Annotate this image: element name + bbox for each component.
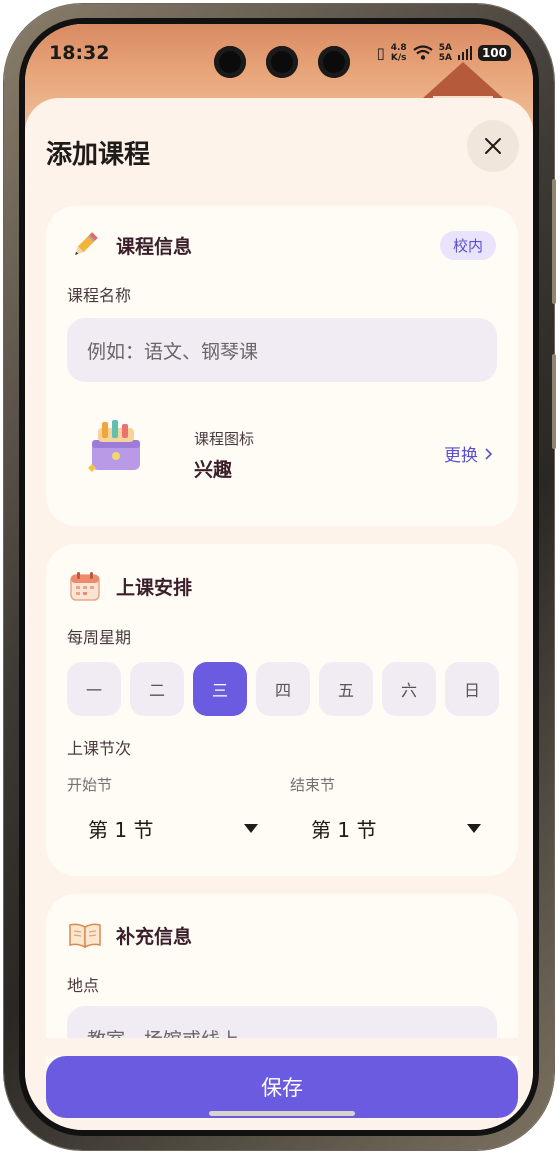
phone-frame: 18:32 ▯ 4.8 K/s 5A 5A 100 添加课程 课程信息 校内 课… xyxy=(4,4,556,1150)
sheet-bottom-mask xyxy=(25,1038,533,1056)
course-icon-label: 课程图标 xyxy=(194,430,255,448)
change-icon-label: 更换 xyxy=(444,446,478,466)
card-title: 补充信息 xyxy=(116,925,193,948)
save-button[interactable]: 保存 xyxy=(46,1056,518,1118)
status-time: 18:32 xyxy=(49,42,110,64)
signal-sim1: 5A xyxy=(438,43,452,53)
camera-cutouts xyxy=(214,46,350,78)
course-name-label: 课程名称 xyxy=(67,286,132,305)
caret-down-icon xyxy=(244,823,258,833)
phone-inner: 18:32 ▯ 4.8 K/s 5A 5A 100 添加课程 课程信息 校内 课… xyxy=(19,18,539,1136)
card-title: 课程信息 xyxy=(116,235,193,258)
screen: 18:32 ▯ 4.8 K/s 5A 5A 100 添加课程 课程信息 校内 课… xyxy=(25,24,533,1130)
camera-lens xyxy=(266,46,298,78)
weekday-button-sun[interactable]: 日 xyxy=(445,662,499,716)
status-icons: ▯ 4.8 K/s 5A 5A 100 xyxy=(376,43,511,63)
weekday-label: 每周星期 xyxy=(67,628,132,647)
course-info-card: 课程信息 校内 课程名称 例如：语文、钢琴课 课程图标 兴趣 更换 xyxy=(46,206,518,526)
start-period-label: 开始节 xyxy=(67,776,113,794)
location-label: 地点 xyxy=(67,976,100,995)
weekday-selector: 一 二 三 四 五 六 日 xyxy=(67,662,499,716)
wifi-icon xyxy=(413,45,433,60)
weekday-button-mon[interactable]: 一 xyxy=(67,662,121,716)
signal-indicator: 5A 5A xyxy=(439,43,452,63)
period-label: 上课节次 xyxy=(67,739,132,758)
weekday-button-tue[interactable]: 二 xyxy=(130,662,184,716)
course-name-placeholder: 例如：语文、钢琴课 xyxy=(87,340,259,363)
net-speed-unit: K/s xyxy=(390,53,407,63)
weekday-button-thu[interactable]: 四 xyxy=(256,662,310,716)
net-speed-value: 4.8 xyxy=(390,43,407,53)
card-header: 上课安排 xyxy=(68,569,192,603)
weekday-button-wed[interactable]: 三 xyxy=(193,662,247,716)
calendar-icon xyxy=(68,569,102,603)
card-title: 上课安排 xyxy=(116,576,193,599)
course-icon-value: 兴趣 xyxy=(194,459,233,481)
signal-bars-icon xyxy=(457,46,472,60)
home-indicator[interactable] xyxy=(209,1111,355,1116)
weekday-button-fri[interactable]: 五 xyxy=(319,662,373,716)
pencil-icon xyxy=(68,228,102,262)
status-bar: 18:32 ▯ 4.8 K/s 5A 5A 100 xyxy=(25,24,533,86)
card-header: 补充信息 xyxy=(68,918,192,952)
vibrate-icon: ▯ xyxy=(376,44,385,62)
open-book-icon xyxy=(68,918,102,952)
signal-sim2: 5A xyxy=(438,53,452,63)
chevron-right-icon xyxy=(485,447,492,460)
end-period-select[interactable]: 第 1 节 xyxy=(311,808,481,848)
card-header: 课程信息 xyxy=(68,228,192,262)
change-icon-button[interactable]: 更换 xyxy=(444,441,492,466)
end-period-value: 第 1 节 xyxy=(311,817,377,842)
sheet-title: 添加课程 xyxy=(46,140,151,170)
close-button[interactable] xyxy=(467,120,519,172)
add-course-sheet: 添加课程 课程信息 校内 课程名称 例如：语文、钢琴课 课程图标 兴趣 更换 上… xyxy=(25,98,533,1130)
start-period-select[interactable]: 第 1 节 xyxy=(88,808,258,848)
close-icon xyxy=(485,138,501,154)
schedule-card: 上课安排 每周星期 一 二 三 四 五 六 日 上课节次 开始节 第 1 节 结… xyxy=(46,544,518,876)
course-icon-row: 课程图标 兴趣 更换 xyxy=(84,412,492,488)
network-speed: 4.8 K/s xyxy=(391,43,407,63)
side-button xyxy=(552,179,556,304)
end-period-label: 结束节 xyxy=(290,776,336,794)
start-period-value: 第 1 节 xyxy=(88,817,154,842)
toolbox-icon xyxy=(88,420,140,472)
caret-down-icon xyxy=(467,823,481,833)
weekday-button-sat[interactable]: 六 xyxy=(382,662,436,716)
battery-indicator: 100 xyxy=(477,45,511,61)
camera-lens xyxy=(318,46,350,78)
campus-tag[interactable]: 校内 xyxy=(439,231,496,260)
camera-lens xyxy=(214,46,246,78)
course-name-input[interactable]: 例如：语文、钢琴课 xyxy=(67,318,497,382)
side-button xyxy=(552,354,556,449)
